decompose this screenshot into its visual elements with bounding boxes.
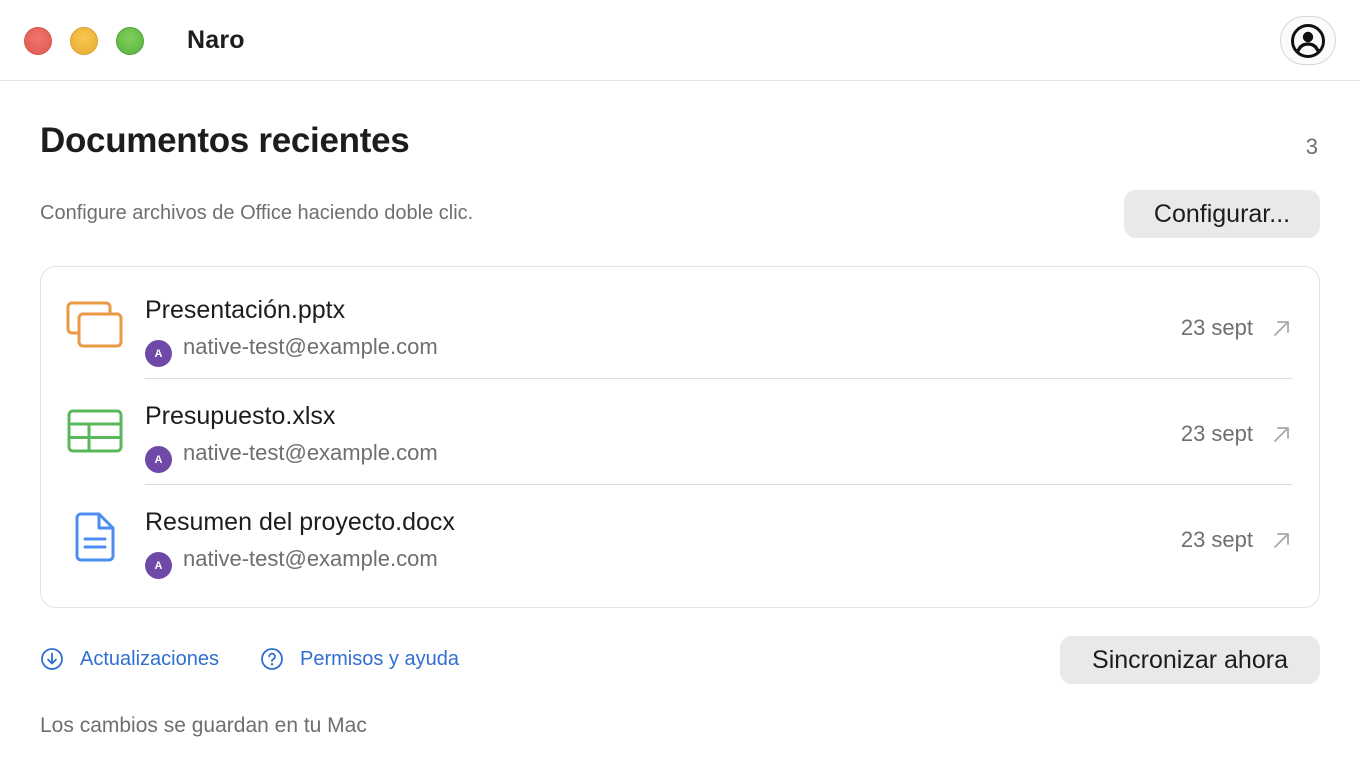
owner-avatar: A	[145, 446, 172, 473]
document-row[interactable]: Presupuesto.xlsx A native-test@example.c…	[41, 379, 1319, 485]
owner-email: native-test@example.com	[183, 546, 438, 571]
owner-email: native-test@example.com	[183, 440, 438, 465]
document-name: Presupuesto.xlsx	[145, 402, 336, 430]
minimize-window-button[interactable]	[70, 27, 98, 55]
open-external-icon[interactable]	[1271, 317, 1293, 339]
document-icon	[65, 511, 125, 563]
document-row[interactable]: Resumen del proyecto.docx A native-test@…	[41, 485, 1319, 591]
configure-button[interactable]: Configurar...	[1124, 190, 1320, 238]
help-circle-icon	[261, 648, 283, 670]
title-bar: Naro	[0, 0, 1360, 81]
updates-link[interactable]: Actualizaciones	[40, 647, 219, 671]
app-title: Naro	[187, 26, 245, 54]
open-external-icon[interactable]	[1271, 423, 1293, 445]
sync-now-button[interactable]: Sincronizar ahora	[1060, 636, 1320, 684]
permissions-help-link[interactable]: Permisos y ayuda	[260, 647, 459, 671]
document-name: Resumen del proyecto.docx	[145, 508, 455, 536]
document-date: 23 sept	[1180, 421, 1253, 446]
close-window-button[interactable]	[24, 27, 52, 55]
account-circle-icon	[1291, 23, 1325, 58]
owner-avatar: A	[145, 340, 172, 367]
recent-documents-list: Presentación.pptx A native-test@example.…	[40, 266, 1320, 608]
page-title: Documentos recientes	[40, 121, 410, 160]
account-button[interactable]	[1280, 16, 1336, 65]
owner-avatar: A	[145, 552, 172, 579]
open-external-icon[interactable]	[1271, 529, 1293, 551]
document-name: Presentación.pptx	[145, 296, 346, 324]
owner-email: native-test@example.com	[183, 334, 438, 359]
download-circle-icon	[41, 648, 63, 670]
document-count: 3	[1305, 134, 1318, 159]
zoom-window-button[interactable]	[116, 27, 144, 55]
help-label: Permisos y ayuda	[300, 647, 459, 670]
document-date: 23 sept	[1180, 315, 1253, 340]
updates-label: Actualizaciones	[80, 647, 219, 670]
document-row[interactable]: Presentación.pptx A native-test@example.…	[41, 273, 1319, 379]
presentation-icon	[65, 299, 125, 351]
spreadsheet-icon	[65, 405, 125, 457]
save-status-note: Los cambios se guardan en tu Mac	[40, 714, 367, 737]
document-date: 23 sept	[1180, 527, 1253, 552]
page-subtitle: Configure archivos de Office haciendo do…	[40, 202, 474, 224]
